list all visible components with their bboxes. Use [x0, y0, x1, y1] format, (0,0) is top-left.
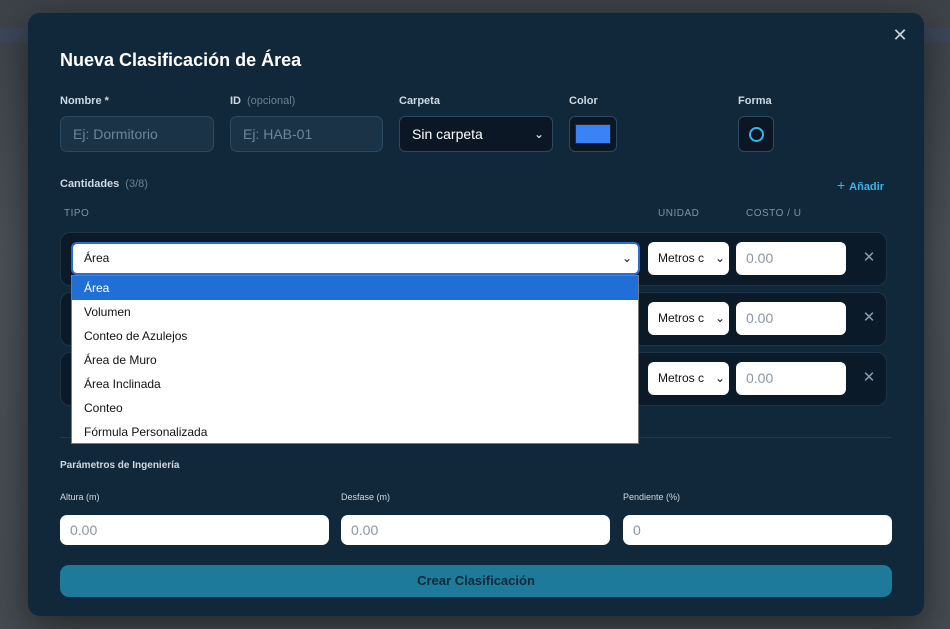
forma-label: Forma — [738, 95, 772, 107]
nombre-label: Nombre * — [60, 95, 109, 107]
desfase-input[interactable]: 0.00 — [341, 515, 610, 545]
remove-row-icon[interactable]: ✕ — [861, 248, 877, 268]
carpeta-select[interactable]: Sin carpeta ⌄ — [399, 116, 553, 152]
unit-select[interactable]: Metros c ⌄ — [648, 362, 729, 395]
dropdown-option[interactable]: Fórmula Personalizada — [72, 420, 638, 444]
id-optional-hint: (opcional) — [247, 95, 296, 107]
add-quantity-button[interactable]: + Añadir — [837, 177, 884, 193]
dropdown-option[interactable]: Área — [72, 276, 638, 300]
altura-label: Altura (m) — [60, 492, 100, 502]
id-input[interactable]: Ej: HAB-01 — [230, 116, 383, 152]
color-picker[interactable] — [569, 116, 617, 152]
carpeta-value: Sin carpeta — [412, 126, 483, 142]
id-label: ID (opcional) — [230, 95, 296, 107]
unit-select-value: Metros c — [658, 371, 705, 385]
create-classification-button[interactable]: Crear Clasificación — [60, 565, 892, 597]
desfase-label: Desfase (m) — [341, 492, 391, 502]
dropdown-option[interactable]: Volumen — [72, 300, 638, 324]
cantidades-label: Cantidades (3/8) — [60, 178, 148, 190]
pendiente-label: Pendiente (%) — [623, 492, 681, 502]
type-dropdown-list: Área Volumen Conteo de Azulejos Área de … — [71, 275, 639, 444]
nombre-input[interactable]: Ej: Dormitorio — [60, 116, 214, 152]
carpeta-label: Carpeta — [399, 95, 440, 107]
type-select[interactable]: Área ⌄ — [71, 242, 640, 275]
color-label: Color — [569, 95, 598, 107]
remove-row-icon[interactable]: ✕ — [861, 308, 877, 328]
shape-picker[interactable] — [738, 116, 774, 152]
add-quantity-label: Añadir — [849, 181, 884, 193]
engineering-section-title: Parámetros de Ingeniería — [60, 460, 180, 471]
column-header-tipo: TIPO — [64, 208, 90, 219]
cost-input[interactable]: 0.00 — [736, 242, 846, 275]
modal-title: Nueva Clasificación de Área — [60, 50, 302, 70]
altura-input[interactable]: 0.00 — [60, 515, 329, 545]
chevron-down-icon: ⌄ — [712, 362, 725, 395]
type-select-value: Área — [84, 251, 110, 265]
cost-input[interactable]: 0.00 — [736, 302, 846, 335]
remove-row-icon[interactable]: ✕ — [861, 368, 877, 388]
column-header-unidad: UNIDAD — [658, 208, 700, 219]
cost-input[interactable]: 0.00 — [736, 362, 846, 395]
unit-select[interactable]: Metros c ⌄ — [648, 302, 729, 335]
unit-select-value: Metros c — [658, 311, 705, 325]
unit-select-value: Metros c — [658, 251, 705, 265]
column-header-costo: COSTO / U — [746, 208, 802, 219]
chevron-down-icon: ⌄ — [712, 302, 725, 335]
close-icon[interactable]: ✕ — [890, 25, 910, 45]
color-swatch — [575, 124, 611, 144]
dropdown-option[interactable]: Conteo — [72, 396, 638, 420]
chevron-down-icon: ⌄ — [621, 251, 632, 265]
dropdown-option[interactable]: Conteo de Azulejos — [72, 324, 638, 348]
cantidades-count: (3/8) — [125, 178, 148, 190]
chevron-down-icon: ⌄ — [533, 127, 544, 141]
dropdown-option[interactable]: Área Inclinada — [72, 372, 638, 396]
dropdown-option[interactable]: Área de Muro — [72, 348, 638, 372]
pendiente-input[interactable]: 0 — [623, 515, 892, 545]
unit-select[interactable]: Metros c ⌄ — [648, 242, 729, 275]
circle-outline-icon — [749, 127, 764, 142]
chevron-down-icon: ⌄ — [712, 242, 725, 275]
plus-icon: + — [836, 177, 846, 193]
